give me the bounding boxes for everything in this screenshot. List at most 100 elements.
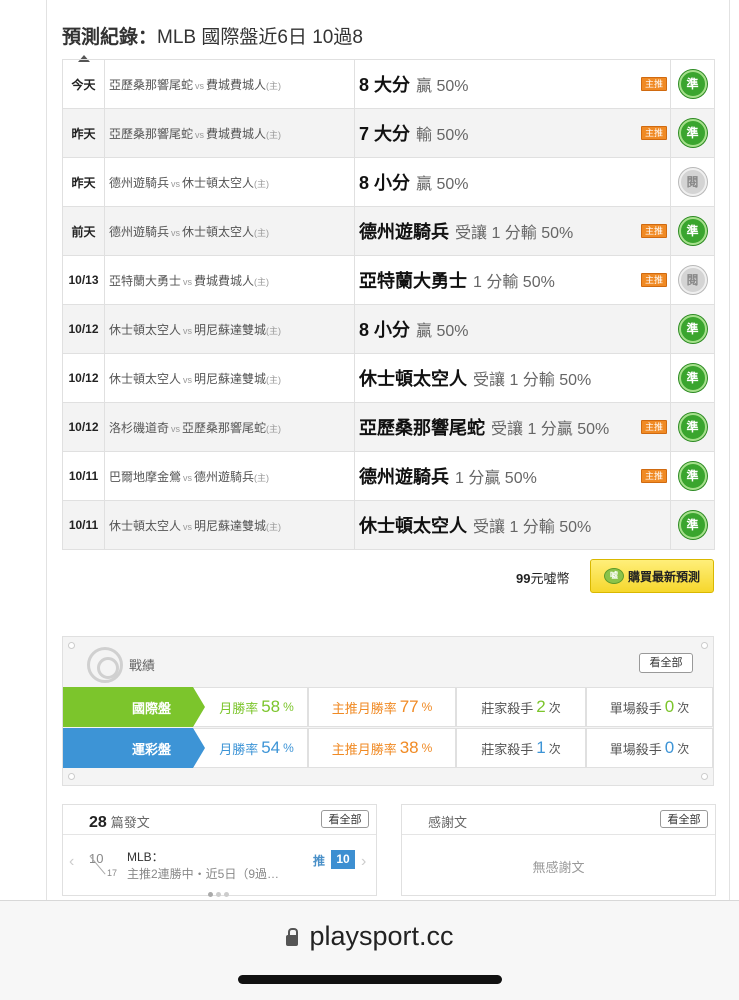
record-date: 10/12 xyxy=(62,402,105,452)
url-text: playsport.cc xyxy=(309,921,454,951)
record-match[interactable]: 亞歷桑那響尾蛇 vs 費城費城人(主) xyxy=(104,108,355,158)
record-match[interactable]: 亞歷桑那響尾蛇 vs 費城費城人(主) xyxy=(104,59,355,109)
hit-badge-icon: 準 xyxy=(678,413,707,441)
main-pick-win-rate-label: 主推月勝率 xyxy=(331,700,397,716)
corner-dot xyxy=(68,773,75,780)
records-table: 今天 亞歷桑那響尾蛇 vs 費城費城人(主) 8 大分贏 50% 主推準昨天 亞歷桑那響尾蛇… xyxy=(62,59,715,550)
table-row[interactable]: 10/12 休士頓太空人 vs 明尼蘇達雙城(主) 8 小分贏 50% 準 xyxy=(62,304,715,354)
pick-detail: 1 分輸 50% xyxy=(473,274,555,291)
month-win-rate-unit: % xyxy=(283,741,294,755)
main-pick-win-rate: 主推月勝率 38% xyxy=(308,728,456,768)
table-row[interactable]: 10/11 休士頓太空人 vs 明尼蘇達雙城(主) 休士頓太空人 受讓 1 分輸 50% 準 xyxy=(62,500,715,550)
pick-main: 德州遊騎兵 xyxy=(359,467,449,487)
browser-address-bar: playsport.cc xyxy=(0,900,739,1000)
home-marker: (主) xyxy=(266,521,282,532)
price-number: 99 xyxy=(516,571,531,586)
post-snippet[interactable]: 主推2連勝中・近5日（9過… xyxy=(127,865,279,882)
stats-see-all-button[interactable]: 看全部 xyxy=(639,653,693,673)
away-team: 休士頓太空人 xyxy=(109,518,182,533)
home-marker: (主) xyxy=(266,129,282,140)
record-match[interactable]: 休士頓太空人 vs 明尼蘇達雙城(主) xyxy=(104,353,355,403)
stats-category-tab[interactable]: 運彩盤 xyxy=(63,728,205,768)
record-match[interactable]: 休士頓太空人 vs 明尼蘇達雙城(主) xyxy=(104,304,355,354)
record-pick: 德州遊騎兵 1 分贏 50% 主推 xyxy=(354,451,671,501)
away-team: 休士頓太空人 xyxy=(109,322,182,337)
main-pick-badge: 主推 xyxy=(641,469,667,483)
hit-badge-icon: 準 xyxy=(678,364,707,392)
record-result: 準 xyxy=(670,304,715,354)
table-row[interactable]: 10/12 洛杉磯道奇 vs 亞歷桑那響尾蛇(主) 亞歷桑那響尾蛇 受讓 1 分贏 50%… xyxy=(62,402,715,452)
thanks-box: 感謝文 看全部 無感謝文 xyxy=(401,804,716,896)
home-marker: (主) xyxy=(254,472,270,483)
record-match[interactable]: 德州遊騎兵 vs 休士頓太空人(主) xyxy=(104,206,355,256)
title-text: MLB 國際盤近6日 10過8 xyxy=(157,27,363,48)
table-row[interactable]: 10/11 巴爾地摩金鶯 vs 德州遊騎兵(主) 德州遊騎兵 1 分贏 50% 主推準 xyxy=(62,451,715,501)
home-marker: (主) xyxy=(254,276,270,287)
table-row[interactable]: 10/12 休士頓太空人 vs 明尼蘇達雙城(主) 休士頓太空人 受讓 1 分輸 50% 準 xyxy=(62,353,715,403)
posts-box: 28 篇發文 看全部 ‹ › 10 17 MLB： 主推2連勝中・近5日（9過… … xyxy=(62,804,377,897)
record-date: 10/11 xyxy=(62,451,105,501)
table-row[interactable]: 前天 德州遊騎兵 vs 休士頓太空人(主) 德州遊騎兵 受讓 1 分輸 50% 主推準 xyxy=(62,206,715,256)
house-killer: 莊家殺手 1 次 xyxy=(456,728,586,768)
record-pick: 8 小分贏 50% xyxy=(354,304,671,354)
main-pick-win-rate-value: 38 xyxy=(399,738,419,757)
record-match[interactable]: 巴爾地摩金鶯 vs 德州遊騎兵(主) xyxy=(104,451,355,501)
pick-detail: 贏 50% xyxy=(416,78,469,95)
stats-label: 戰績 xyxy=(129,658,156,673)
corner-dot xyxy=(701,642,708,649)
record-date: 前天 xyxy=(62,206,105,256)
vs-label: vs xyxy=(171,227,181,238)
single-killer: 單場殺手 0 次 xyxy=(586,687,713,727)
main-pick-badge: 主推 xyxy=(641,77,667,91)
record-result: 準 xyxy=(670,353,715,403)
table-row[interactable]: 昨天 亞歷桑那響尾蛇 vs 費城費城人(主) 7 大分輸 50% 主推準 xyxy=(62,108,715,158)
record-result: 閱 xyxy=(670,255,715,305)
lock-icon xyxy=(285,928,299,946)
month-win-rate-value: 54 xyxy=(261,738,281,757)
post-title[interactable]: MLB： xyxy=(127,848,164,865)
vs-label: vs xyxy=(183,374,193,385)
record-pick: 休士頓太空人 受讓 1 分輸 50% xyxy=(354,353,671,403)
stats-category-tab[interactable]: 國際盤 xyxy=(63,687,205,727)
pick-main: 德州遊騎兵 xyxy=(359,222,449,242)
table-row[interactable]: 昨天 德州遊騎兵 vs 休士頓太空人(主) 8 小分贏 50% 閱 xyxy=(62,157,715,207)
chevron-left-icon[interactable]: ‹ xyxy=(69,853,74,871)
record-match[interactable]: 休士頓太空人 vs 明尼蘇達雙城(主) xyxy=(104,500,355,550)
target-icon xyxy=(87,647,123,683)
month-win-rate: 月勝率 58% xyxy=(193,687,308,727)
table-row[interactable]: 10/13 亞特蘭大勇士 vs 費城費城人(主) 亞特蘭大勇士 1 分輸 50% 主推閱 xyxy=(62,255,715,305)
main-pick-win-rate-unit: % xyxy=(421,700,433,714)
buy-button-label: 購買最新預測 xyxy=(627,569,700,584)
record-match[interactable]: 亞特蘭大勇士 vs 費城費城人(主) xyxy=(104,255,355,305)
record-date: 10/12 xyxy=(62,304,105,354)
home-indicator[interactable] xyxy=(238,975,502,984)
buy-latest-prediction-button[interactable]: 噓 購買最新預測 xyxy=(590,559,714,593)
table-row[interactable]: 今天 亞歷桑那響尾蛇 vs 費城費城人(主) 8 大分贏 50% 主推準 xyxy=(62,59,715,109)
home-team: 休士頓太空人 xyxy=(182,224,255,239)
record-match[interactable]: 洛杉磯道奇 vs 亞歷桑那響尾蛇(主) xyxy=(104,402,355,452)
away-team: 亞歷桑那響尾蛇 xyxy=(109,77,194,92)
pick-detail: 輸 50% xyxy=(416,127,469,144)
post-date-day: 17 xyxy=(107,868,118,878)
posts-title: 28 篇發文 xyxy=(89,812,150,832)
main-pick-win-rate: 主推月勝率 77% xyxy=(308,687,456,727)
pick-detail: 受讓 1 分輸 50% xyxy=(473,519,592,536)
record-pick: 德州遊騎兵 受讓 1 分輸 50% 主推 xyxy=(354,206,671,256)
url-field[interactable]: playsport.cc xyxy=(0,921,739,952)
vs-label: vs xyxy=(171,423,181,434)
read-badge-icon[interactable]: 閱 xyxy=(678,266,707,294)
read-badge-icon[interactable]: 閱 xyxy=(678,168,707,196)
thanks-title: 感謝文 xyxy=(428,815,468,830)
house-killer-unit: 次 xyxy=(548,741,561,756)
vs-label: vs xyxy=(183,276,193,287)
push-label: 推 xyxy=(313,854,326,868)
home-team: 德州遊騎兵 xyxy=(194,469,255,484)
record-result: 準 xyxy=(670,402,715,452)
record-match[interactable]: 德州遊騎兵 vs 休士頓太空人(主) xyxy=(104,157,355,207)
posts-see-all-button[interactable]: 看全部 xyxy=(321,810,369,828)
thanks-see-all-button[interactable]: 看全部 xyxy=(660,810,708,828)
hit-badge-icon: 準 xyxy=(678,462,707,490)
away-team: 洛杉磯道奇 xyxy=(109,420,170,435)
chevron-right-icon[interactable]: › xyxy=(361,853,366,871)
pager-dots xyxy=(208,892,229,897)
